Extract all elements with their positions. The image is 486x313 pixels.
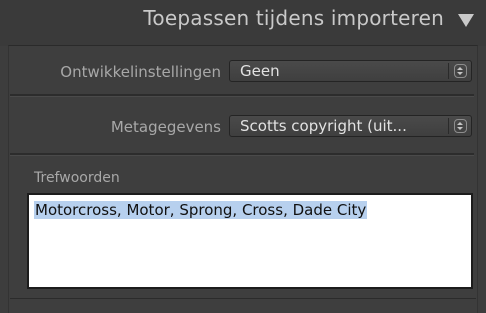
collapse-triangle-icon[interactable] [458, 14, 474, 27]
bottom-divider [10, 298, 476, 299]
keywords-value: Motorcross, Motor, Sprong, Cross, Dade C… [34, 201, 368, 219]
select-divider [448, 118, 449, 134]
select-divider [448, 63, 449, 79]
panel-title: Toepassen tijdens importeren [143, 6, 444, 30]
separator [10, 94, 474, 97]
updown-arrows-icon [454, 119, 467, 133]
import-apply-panel: Toepassen tijdens importeren Ontwikkelin… [0, 0, 486, 313]
updown-arrows-icon [454, 64, 467, 78]
develop-settings-select[interactable]: Geen [229, 60, 472, 82]
panel-header[interactable]: Toepassen tijdens importeren [0, 0, 486, 46]
develop-settings-label: Ontwikkelinstellingen [60, 63, 221, 81]
separator [10, 153, 474, 156]
metadata-select[interactable]: Scotts copyright (uit... [229, 115, 472, 137]
metadata-label: Metagegevens [110, 118, 221, 136]
keywords-textarea[interactable]: Motorcross, Motor, Sprong, Cross, Dade C… [27, 193, 473, 289]
keywords-label: Trefwoorden [34, 170, 120, 186]
develop-settings-value: Geen [240, 62, 280, 80]
metadata-value: Scotts copyright (uit... [240, 117, 407, 135]
